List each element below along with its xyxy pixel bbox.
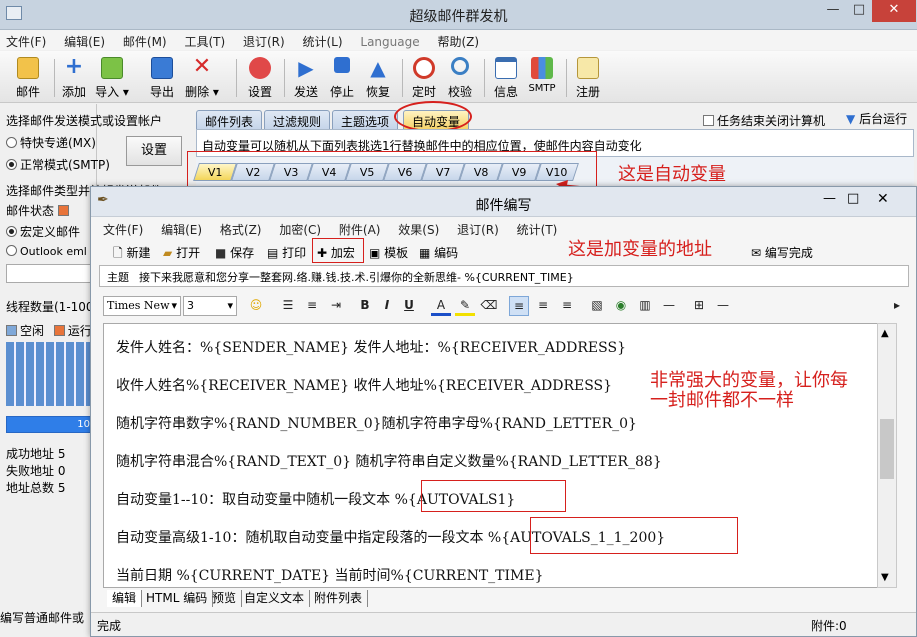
dmenu-unsubscribe[interactable]: 退订(R) <box>457 221 499 238</box>
tab-custom-text[interactable]: 自定义文本 <box>239 590 311 607</box>
dmenu-attach[interactable]: 附件(A) <box>339 221 381 238</box>
dmenu-format[interactable]: 格式(Z) <box>220 221 262 238</box>
numbered-list-icon[interactable]: ≡ <box>302 296 322 316</box>
dmenu-edit[interactable]: 编辑(E) <box>161 221 202 238</box>
annotation-auto-var: 这是自动变量 <box>618 164 726 185</box>
content-line: 发件人姓名：%{SENDER_NAME} 发件人地址：%{RECEIVER_AD… <box>116 340 626 356</box>
status-text: 完成 <box>97 619 122 633</box>
print-icon: ▤ <box>267 246 279 260</box>
highlight-icon[interactable]: ✎ <box>455 296 475 316</box>
content-line: 随机字符串混合%{RAND_TEXT_0} 随机字符串自定义数量%{RAND_L… <box>116 454 662 470</box>
list-icon[interactable]: ☰ <box>278 296 298 316</box>
finish-editing-button[interactable]: ✉ 编写完成 <box>751 244 813 261</box>
italic-button[interactable]: I <box>377 296 397 316</box>
tab-edit[interactable]: 编辑 <box>107 590 143 607</box>
save-button[interactable]: ■ 保存 <box>215 244 254 261</box>
attachment-count: 附件:0 <box>811 619 847 633</box>
dialog-minimize-button[interactable]: — <box>823 191 836 206</box>
font-color-icon[interactable]: A <box>431 296 451 316</box>
image-icon[interactable]: ▧ <box>587 296 607 316</box>
autovals-highlight <box>421 480 566 512</box>
dmenu-effects[interactable]: 效果(S) <box>398 221 439 238</box>
save-icon: ■ <box>215 246 227 260</box>
scroll-thumb[interactable] <box>880 419 894 479</box>
tab-attachments[interactable]: 附件列表 <box>309 590 369 607</box>
globe-icon[interactable]: ◉ <box>611 296 631 316</box>
dialog-menu-bar: 文件(F) 编辑(E) 格式(Z) 加密(C) 附件(A) 效果(S) 退订(R… <box>91 218 916 238</box>
content-line: 当前日期 %{CURRENT_DATE} 当前时间%{CURRENT_TIME} <box>116 568 544 584</box>
table-icon[interactable]: ▥ <box>635 296 655 316</box>
editor-scrollbar[interactable]: ▲ ▼ <box>877 323 897 588</box>
subject-input[interactable]: 接下来我愿意和您分享一整套网.络.赚.钱.技.术.引爆你的全新思维- %{CUR… <box>139 269 574 285</box>
dash-icon[interactable]: — <box>713 296 733 316</box>
content-editor[interactable]: 发件人姓名：%{SENDER_NAME} 发件人地址：%{RECEIVER_AD… <box>103 323 889 588</box>
content-line: 随机字符串数字%{RAND_NUMBER_0}随机字符串字母%{RAND_LET… <box>116 416 637 432</box>
dmenu-encrypt[interactable]: 加密(C) <box>279 221 321 238</box>
dmenu-stats[interactable]: 统计(T) <box>517 221 558 238</box>
template-button[interactable]: ▣ 模板 <box>369 244 408 261</box>
grid-icon[interactable]: ⊞ <box>689 296 709 316</box>
print-button[interactable]: ▤ 打印 <box>267 244 306 261</box>
scroll-up-icon[interactable]: ▲ <box>881 328 889 339</box>
underline-button[interactable]: U <box>399 296 419 316</box>
folder-icon: ▰ <box>163 246 173 260</box>
font-size-select[interactable]: 3 ▾ <box>183 296 237 316</box>
add-macro-highlight <box>312 238 364 263</box>
align-right-icon[interactable]: ≡ <box>557 296 577 316</box>
bold-button[interactable]: B <box>355 296 375 316</box>
dialog-title: 邮件编写 <box>475 198 532 214</box>
autovals-advanced-highlight <box>530 517 738 554</box>
mail-done-icon: ✉ <box>751 246 762 260</box>
new-button[interactable]: 🗋 新建 <box>113 244 151 265</box>
annotation-add-var: 这是加变量的地址 <box>568 239 712 260</box>
eraser-icon[interactable]: ⌫ <box>479 296 499 316</box>
content-line: 收件人姓名%{RECEIVER_NAME} 收件人地址%{RECEIVER_AD… <box>116 378 613 394</box>
encoding-button[interactable]: ▦ 编码 <box>419 244 458 261</box>
tab-html[interactable]: HTML 编码 <box>141 590 214 607</box>
align-left-icon[interactable]: ≡ <box>509 296 529 316</box>
emoji-icon[interactable]: ☺ <box>246 296 266 316</box>
chevron-down-icon: ▾ <box>171 299 177 312</box>
scroll-down-icon[interactable]: ▼ <box>881 572 889 583</box>
encoding-icon: ▦ <box>419 246 431 260</box>
subject-label: 主题 <box>107 271 129 284</box>
indent-icon[interactable]: ⇥ <box>326 296 346 316</box>
template-icon: ▣ <box>369 246 381 260</box>
font-name-select[interactable]: Times New ▾ <box>103 296 181 316</box>
align-center-icon[interactable]: ≡ <box>533 296 553 316</box>
new-file-icon: 🗋 <box>113 246 123 260</box>
more-icon[interactable]: ▸ <box>887 296 907 316</box>
chevron-down-icon: ▾ <box>227 299 233 312</box>
dialog-maximize-button[interactable]: □ <box>847 191 859 206</box>
dialog-status-bar <box>91 612 916 636</box>
horizontal-rule-icon[interactable]: — <box>659 296 679 316</box>
tab-preview[interactable]: 预览 <box>207 590 243 607</box>
dialog-title-bar: ✒ 邮件编写 — □ ✕ <box>91 187 916 217</box>
dialog-close-button[interactable]: ✕ <box>877 191 889 207</box>
dmenu-file[interactable]: 文件(F) <box>103 221 143 238</box>
open-button[interactable]: ▰ 打开 <box>163 244 200 261</box>
annotation-powerful-2: 一封邮件都不一样 <box>650 390 794 411</box>
